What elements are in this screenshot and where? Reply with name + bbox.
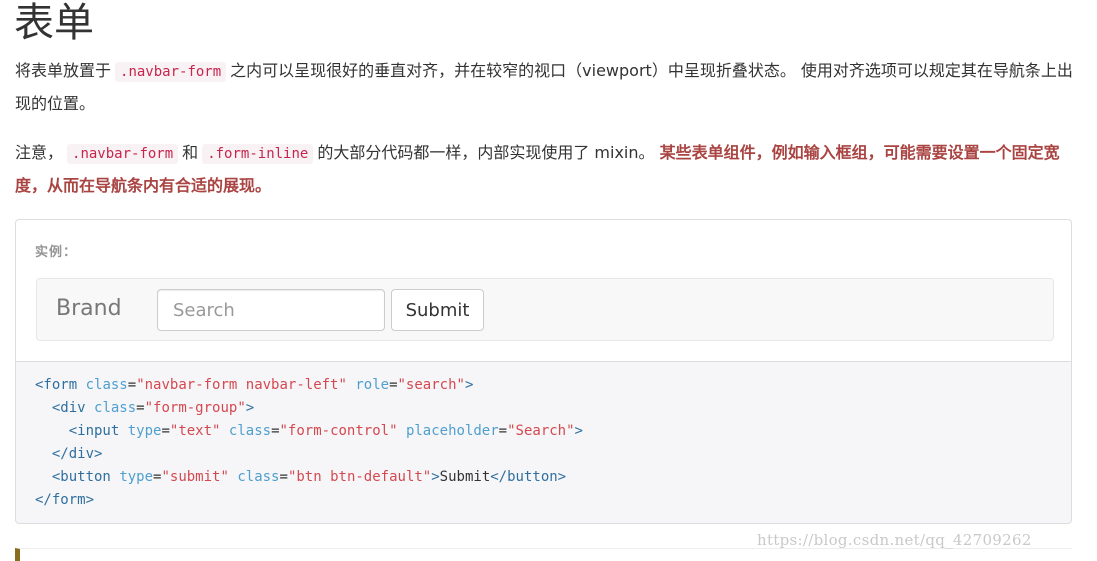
note-text-1: 注意， <box>15 143 64 162</box>
example-label: 实例： <box>35 245 78 260</box>
code-block: <form class="navbar-form navbar-left" ro… <box>15 361 1072 524</box>
code-attr: role <box>355 377 390 393</box>
code-tag: <div <box>51 400 86 416</box>
inline-code-form-inline: .form-inline <box>202 144 314 164</box>
code-tag: <input <box>68 423 120 439</box>
code-tag: > <box>574 423 583 439</box>
code-tag: > <box>431 469 440 485</box>
code-attr: class <box>94 400 137 416</box>
code-attr: class <box>237 469 280 485</box>
code-attr: class <box>85 377 128 393</box>
code-attr: type <box>127 423 162 439</box>
navbar-brand-link[interactable]: Brand <box>56 295 122 323</box>
code-attr: class <box>228 423 272 439</box>
navbar: Brand Submit <box>36 278 1054 341</box>
inline-code-navbar-form: .navbar-form <box>67 144 179 164</box>
code-line: <form class="navbar-form navbar-left" ro… <box>35 377 474 393</box>
note-text-3: 的大部分代码都一样，内部实现使用了 mixin。 <box>317 143 655 162</box>
search-input[interactable] <box>157 289 385 331</box>
code-tag: </form> <box>35 492 95 508</box>
code-value: "btn btn-default" <box>287 469 432 485</box>
submit-button[interactable]: Submit <box>391 289 484 331</box>
code-value: "form-group" <box>144 400 246 416</box>
code-line: </form> <box>35 489 1052 512</box>
code-line: <button type="submit" class="btn btn-def… <box>51 469 567 485</box>
code-value: "search" <box>397 377 465 393</box>
code-value: "text" <box>169 423 221 439</box>
code-tag: <form <box>35 377 78 393</box>
code-value: "navbar-form navbar-left" <box>136 377 347 393</box>
code-tag: > <box>245 400 255 416</box>
code-value: "form-control" <box>279 423 398 439</box>
code-line: <div class="form-group"> <box>51 400 255 416</box>
intro-text-1: 将表单放置于 <box>15 61 112 80</box>
note-text-2: 和 <box>182 143 199 162</box>
page-title: 表单 <box>14 0 94 46</box>
code-line: <input type="text" class="form-control" … <box>68 423 583 439</box>
code-value: "Search" <box>507 423 575 439</box>
code-value: "submit" <box>161 469 229 485</box>
watermark: https://blog.csdn.net/qq_42709262 <box>757 531 1032 549</box>
code-tag: > <box>464 377 474 393</box>
inline-code-navbar-form: .navbar-form <box>115 62 227 82</box>
code-tag: </div> <box>51 446 103 462</box>
code-attr: placeholder <box>405 423 499 439</box>
intro-paragraph: 将表单放置于 .navbar-form 之内可以呈现很好的垂直对齐，并在较窄的视口（… <box>15 55 1075 119</box>
code-tag: </button> <box>490 469 567 485</box>
code-attr: type <box>119 469 154 485</box>
code-tag: <button <box>51 469 111 485</box>
next-section-box <box>15 548 1072 561</box>
note-paragraph: 注意， .navbar-form 和 .form-inline 的大部分代码都一样，内部… <box>15 137 1075 201</box>
code-line: </div> <box>35 443 1052 466</box>
example-panel: 实例： Brand Submit <box>15 219 1072 361</box>
code-text: Submit <box>439 469 491 485</box>
